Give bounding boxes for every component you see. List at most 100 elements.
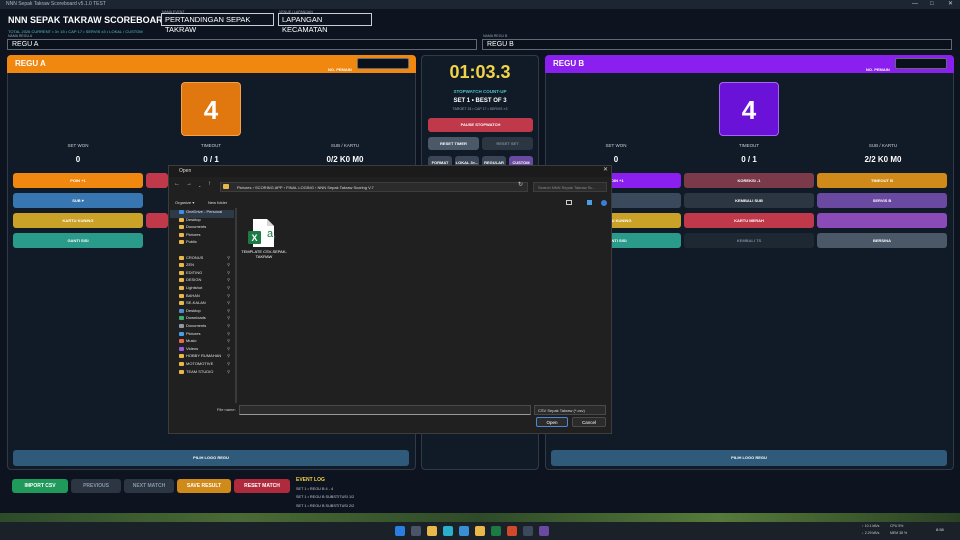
window-title-bar: NNN Sepak Takraw Scoreboard v5.1.0 TEST [0,0,960,9]
dialog-close-icon[interactable]: ✕ [603,166,608,173]
team-a-name-label: NAMA REGU A [8,34,33,38]
view-icon[interactable] [566,200,572,205]
app-icon[interactable] [539,526,549,536]
net-down: ↓ 2.29 kB/s [862,531,880,535]
sidebar-folder-label: ZEN [186,262,194,268]
svg-text:a,: a, [267,228,276,240]
breadcrumb-item[interactable]: Pictures [237,185,251,190]
team-a-yellow-card-button[interactable]: KARTU KUNING [13,213,143,228]
clock: 8:58 [936,527,944,532]
breadcrumb-item[interactable]: SCORING APP [255,185,283,190]
team-b-set-won: 0 [613,155,619,164]
event-log-entry: SET 1 • REGU B SUBSTITUSI 1/2 [296,495,355,499]
app-title: NNN SEPAK TAKRAW SCOREBOARD [8,15,170,25]
app-icon[interactable] [507,526,517,536]
preview-pane-icon[interactable] [587,200,592,205]
set-rules: TARGET 15 • CAP 17 • SERVIS ×3 [452,107,508,111]
help-icon[interactable] [601,200,607,206]
pause-stopwatch-button[interactable]: PAUSE STOPWATCH [428,118,533,132]
event-name-field[interactable]: PERTANDINGAN SEPAK TAKRAW [161,13,274,34]
window-title: NNN Sepak Takraw Scoreboard v5.1.0 TEST [6,1,106,7]
team-a-red-card-button[interactable] [146,213,168,228]
dialog-title-bar: Open [169,166,611,177]
refresh-icon[interactable]: ↻ [518,181,523,188]
team-b-timeout: 0 / 1 [741,155,757,164]
folder-icon [179,263,184,268]
folder-icon [179,362,184,366]
cpu-usage: CPU 5% [890,524,904,528]
save-result-button[interactable]: SAVE RESULT [177,479,231,493]
team-a-name-input[interactable]: REGU A [7,39,477,50]
team-b-return-sub-button[interactable]: KEMBALI SUB [684,193,814,208]
folder-icon [179,210,184,214]
up-icon[interactable]: ↑ [208,181,211,187]
team-b-red-card-button[interactable]: KARTU MERAH [684,213,814,228]
minimize-icon[interactable]: — [912,0,918,9]
team-b-return-ts-button[interactable]: KEMBALI TS [684,233,814,248]
edge-icon[interactable] [443,526,453,536]
folder-icon [179,339,184,344]
team-a-correction-button[interactable] [146,173,168,188]
file-type-select[interactable]: CSV Sepak Takraw (*.csv) [534,405,606,415]
back-icon[interactable]: ← [174,181,180,187]
file-name-label[interactable]: TEMPLATE CSV-SEPAK-TAKRAW [240,249,288,259]
sidebar-folder-label: Documents [186,224,207,230]
breadcrumb-item[interactable]: NNN Sepak Takraw Scoring V.7 [318,185,374,190]
address-bar[interactable]: Pictures › SCORING APP › FINAL LOGING › … [220,182,528,192]
file-name-input[interactable] [239,405,531,415]
team-a-set-won: 0 [75,155,81,164]
team-b-correction-button[interactable]: KOREKSI -1 [684,173,814,188]
breadcrumb-item[interactable]: FINAL LOGING [286,185,314,190]
new-folder-button[interactable]: New folder [208,200,227,205]
forward-icon[interactable]: → [186,181,192,187]
app-icon[interactable] [459,526,469,536]
stopwatch-mode: STOPWATCH COUNT-UP [453,89,507,94]
team-a-logo-button[interactable]: PILIH LOGO REGU [13,450,409,466]
cancel-button[interactable]: Cancel [572,417,606,427]
team-b-extra-button[interactable] [817,213,947,228]
sidebar-folder-label: Videos [186,345,199,351]
team-b-name-input[interactable]: REGU B [482,39,952,50]
import-csv-button[interactable]: IMPORT CSV [12,479,68,493]
folder-icon [179,354,184,359]
app-icon[interactable] [523,526,533,536]
team-a-point-button[interactable]: POIN +1 [13,173,143,188]
player-no-input[interactable] [357,58,409,69]
previous-button[interactable]: PREVIOUS [71,479,121,493]
start-icon[interactable] [395,526,405,536]
set-won-label: SET WON [605,143,627,148]
chevron-down-icon[interactable]: ⌄ [198,183,201,188]
sub-kartu-label: SUB / KARTU [330,143,360,148]
reset-timer-button[interactable]: RESET TIMER [428,137,479,150]
sidebar-folder-label: Public [186,239,197,245]
file-explorer-icon[interactable] [427,526,437,536]
open-button[interactable]: Open [536,417,568,427]
sidebar-scrollbar[interactable] [235,208,237,403]
excel-csv-file-icon[interactable]: X a, [247,217,279,249]
folder-icon [179,346,184,351]
reset-set-button[interactable]: RESET SET [482,137,533,150]
folder-icon [179,308,184,313]
next-match-button[interactable]: NEXT MATCH [124,479,174,493]
venue-field[interactable]: LAPANGAN KECAMATAN [278,13,372,34]
team-b-timeout-button[interactable]: TIMEOUT B [817,173,947,188]
organize-menu[interactable]: Organize ▾ [175,200,194,205]
excel-icon[interactable] [491,526,501,536]
player-no-input[interactable] [895,58,947,69]
team-a-switch-side-button[interactable]: GANTI SISI [13,233,143,248]
sub-kartu-label: SUB / KARTU [868,143,898,148]
team-b-logo-button[interactable]: PILIH LOGO REGU [551,450,947,466]
sidebar-folder-label: EDITING [186,269,203,275]
app-icon[interactable] [475,526,485,536]
reset-match-button[interactable]: RESET MATCH [234,479,290,493]
close-icon[interactable]: ✕ [948,0,953,9]
dialog-search-input[interactable]: Search NNN Sepak Takraw Sc... [533,182,607,192]
sidebar-folder-item[interactable]: TEAM STUDIO ⚲ [170,368,232,376]
sidebar-folder-label: DESIGN [186,277,202,283]
team-b-bersina-button[interactable]: BERSINA [817,233,947,248]
team-a-sub-button[interactable]: SUB ▾ [13,193,143,208]
team-b-serve-button[interactable]: SERVIS B [817,193,947,208]
folder-icon [179,286,184,290]
maximize-icon[interactable]: □ [930,0,934,9]
search-icon[interactable] [411,526,421,536]
